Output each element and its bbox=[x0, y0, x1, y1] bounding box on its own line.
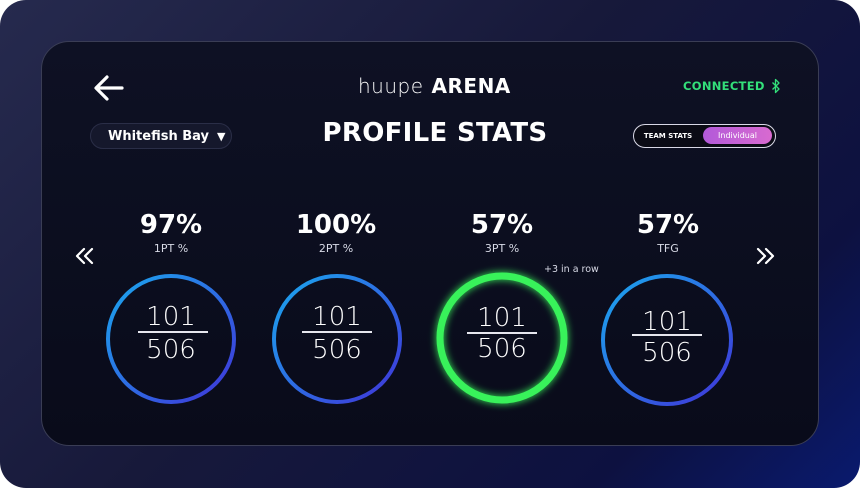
stat-label: TFG bbox=[657, 242, 679, 255]
attempt-count: 506 bbox=[146, 335, 196, 365]
brand-logo: huupe ARENA bbox=[358, 74, 511, 100]
made-count: 101 bbox=[312, 302, 362, 332]
stat-3pt: 57% 3PT % bbox=[432, 210, 572, 255]
stat-label: 2PT % bbox=[318, 242, 354, 255]
made-count: 101 bbox=[146, 302, 196, 332]
stat-2pt: 100% 2PT % bbox=[266, 210, 406, 255]
app-background: huupe ARENA CONNECTED Whitefish Bay ▼ PR… bbox=[0, 0, 860, 488]
stat-label: 1PT % bbox=[153, 242, 189, 255]
connection-status: CONNECTED bbox=[683, 78, 781, 94]
fraction-bar bbox=[302, 331, 372, 333]
stat-1pt: 97% 1PT % bbox=[101, 210, 241, 255]
double-chevron-right-icon[interactable] bbox=[753, 246, 777, 266]
toggle-team-stats[interactable]: TEAM STATS bbox=[634, 132, 702, 140]
stat-percentage: 57% bbox=[636, 210, 700, 240]
stat-tfg: 57% TFG bbox=[598, 210, 738, 255]
fraction-bar bbox=[138, 331, 208, 333]
made-count: 101 bbox=[477, 303, 527, 333]
double-chevron-left-icon[interactable] bbox=[73, 246, 97, 266]
ring-3pt[interactable]: 101 506 bbox=[434, 270, 570, 406]
ring-2pt[interactable]: 101 506 bbox=[271, 273, 403, 405]
connection-status-text: CONNECTED bbox=[683, 79, 765, 93]
brand-product: ARENA bbox=[431, 74, 511, 98]
stat-percentage: 100% bbox=[295, 210, 377, 240]
stat-label: 3PT % bbox=[484, 242, 520, 255]
stat-percentage: 57% bbox=[470, 210, 534, 240]
ring-tfg[interactable]: 101 506 bbox=[600, 273, 734, 407]
bluetooth-icon bbox=[771, 78, 780, 94]
stats-mode-toggle[interactable]: TEAM STATS Individual bbox=[633, 124, 776, 148]
attempt-count: 506 bbox=[477, 334, 527, 364]
brand-name: huupe bbox=[358, 74, 424, 98]
stat-percentage: 97% bbox=[139, 210, 203, 240]
ring-1pt[interactable]: 101 506 bbox=[105, 273, 237, 405]
fraction-bar bbox=[632, 334, 702, 336]
toggle-individual[interactable]: Individual bbox=[703, 127, 772, 144]
attempt-count: 506 bbox=[312, 335, 362, 365]
attempt-count: 506 bbox=[642, 338, 692, 368]
made-count: 101 bbox=[642, 307, 692, 337]
back-arrow-icon[interactable] bbox=[92, 72, 126, 104]
